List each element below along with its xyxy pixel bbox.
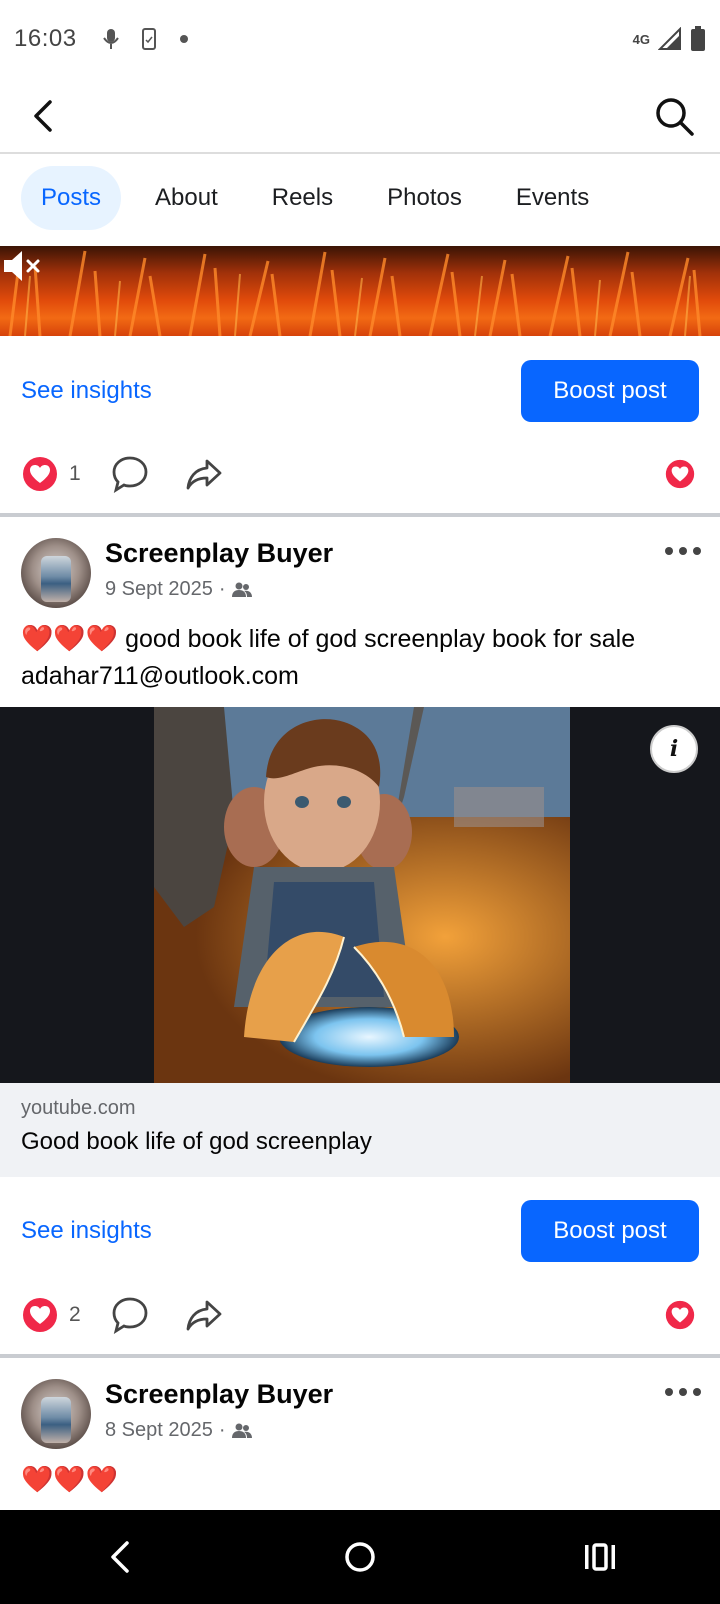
tab-reels[interactable]: Reels [252,166,353,230]
nav-back-icon [111,1541,129,1573]
post-meta: 8 Sept 2025 · [105,1419,252,1442]
friends-audience-icon [231,1423,252,1438]
video-thumbnail[interactable] [0,246,720,336]
profile-tabs: Posts About Reels Photos Events [0,166,720,230]
author-name[interactable]: Screenplay Buyer [105,538,333,569]
signal-icon [658,27,681,50]
comment-icon[interactable] [111,455,149,493]
heart-emojis: ❤️❤️❤️ [21,1464,119,1494]
microphone-icon [102,29,119,49]
status-time: 16:03 [14,25,77,52]
post-text: ❤️❤️❤️ good book life of god screenplay … [21,620,711,695]
nav-home-icon [345,1542,375,1572]
post-actions-row: See insights Boost post [0,1199,720,1263]
tab-photos[interactable]: Photos [367,166,482,230]
post-date[interactable]: 9 Sept 2025 [105,578,213,601]
post-date[interactable]: 8 Sept 2025 [105,1419,213,1442]
phone-icon [141,28,156,50]
reaction-heart-icon [661,1296,699,1334]
link-preview-card[interactable]: youtube.com Good book life of god screen… [0,1083,720,1177]
like-count: 2 [69,1303,81,1326]
link-preview-image[interactable]: i [0,707,720,1083]
status-system-icons: 4G [633,26,706,52]
top-app-bar [0,78,720,154]
post-header: Screenplay Buyer 9 Sept 2025 · [0,538,720,612]
avatar[interactable] [21,1379,91,1449]
author-name[interactable]: Screenplay Buyer [105,1379,333,1410]
link-title: Good book life of god screenplay [21,1128,372,1155]
reactions-row: 2 [0,1290,720,1340]
system-nav-bar [0,1510,720,1604]
nav-back-button[interactable] [90,1527,150,1587]
friends-audience-icon [231,582,252,597]
reactions-row: 1 [0,449,720,499]
more-options-icon[interactable] [664,544,702,558]
meta-separator: · [218,578,226,600]
nav-recents-button[interactable] [570,1527,630,1587]
link-domain: youtube.com [21,1097,136,1119]
see-insights-link[interactable]: See insights [21,1217,152,1245]
reaction-heart-icon [661,455,699,493]
meta-separator: · [218,1419,226,1441]
post-separator [0,1354,720,1358]
battery-icon [691,26,705,51]
more-options-icon[interactable] [664,1385,702,1399]
avatar[interactable] [21,538,91,608]
post-actions-row: See insights Boost post [0,359,720,423]
heart-emojis: ❤️❤️❤️ [21,623,119,653]
status-bar: 16:03 4G [0,0,720,78]
boost-post-button[interactable]: Boost post [521,360,699,422]
fire-grass-texture [8,250,702,336]
like-heart-icon[interactable] [21,1296,59,1334]
nav-recents-icon [585,1543,615,1571]
post-meta: 9 Sept 2025 · [105,578,252,601]
dot-icon [179,35,188,43]
share-icon[interactable] [185,1296,223,1334]
info-icon[interactable]: i [650,725,698,773]
tab-events[interactable]: Events [496,166,609,230]
tab-posts[interactable]: Posts [21,166,122,230]
like-count: 1 [69,462,81,485]
post-separator [0,513,720,517]
comment-icon[interactable] [111,1296,149,1334]
nav-home-button[interactable] [330,1527,390,1587]
post-text: ❤️❤️❤️ [21,1461,711,1499]
thumbnail-image [154,707,570,1083]
network-type: 4G [632,31,650,47]
search-icon[interactable] [652,94,696,138]
post-header: Screenplay Buyer 8 Sept 2025 · [0,1379,720,1453]
tab-about[interactable]: About [135,166,238,230]
back-arrow-icon[interactable] [24,96,64,136]
boost-post-button[interactable]: Boost post [521,1200,699,1262]
share-icon[interactable] [185,455,223,493]
see-insights-link[interactable]: See insights [21,377,152,405]
status-notification-icons [102,28,189,50]
mute-icon[interactable] [0,246,44,286]
like-heart-icon[interactable] [21,455,59,493]
